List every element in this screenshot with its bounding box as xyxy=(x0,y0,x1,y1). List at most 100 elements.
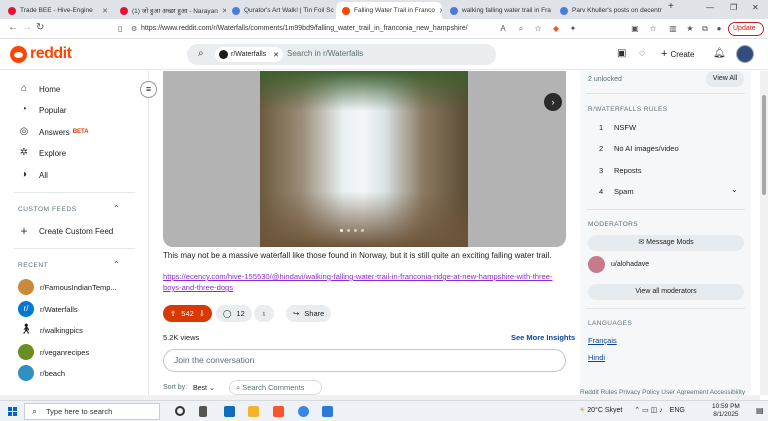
vote-button[interactable]: ⇧ 542 ⇩ xyxy=(163,305,213,322)
comments-button[interactable]: ◯ 12 xyxy=(216,305,252,322)
upvote-icon[interactable]: ⇧ xyxy=(170,309,176,318)
create-button[interactable]: + Create xyxy=(661,48,694,60)
favorites-list-icon[interactable]: ★ xyxy=(685,24,695,34)
language-indicator[interactable]: ENG xyxy=(670,407,685,414)
recent-item[interactable]: r/veganrecipes xyxy=(18,344,89,360)
close-icon[interactable]: ✕ xyxy=(102,7,108,15)
comment-input[interactable]: Join the conversation xyxy=(163,349,566,372)
new-tab-button[interactable]: + xyxy=(668,1,674,12)
rule-item[interactable]: NSFW xyxy=(614,123,636,132)
carousel-next-button[interactable]: › xyxy=(544,93,562,111)
sidebar-item-all[interactable]: ◑ All xyxy=(18,169,48,181)
language-link[interactable]: Français xyxy=(588,336,617,345)
search-comments-input[interactable]: ⌕ Search Comments xyxy=(229,380,322,395)
favorite-icon[interactable]: ☆ xyxy=(533,24,543,34)
post-media-carousel[interactable] xyxy=(163,71,566,247)
reload-icon[interactable]: ↻ xyxy=(36,23,44,33)
recent-heading[interactable]: RECENT xyxy=(18,262,48,269)
recent-item[interactable]: r/ r/Waterfalls xyxy=(18,301,78,317)
chat-icon[interactable]: ◌ xyxy=(639,48,645,59)
avatar[interactable] xyxy=(736,45,754,63)
tray-icons[interactable]: ⌃ ▭ ◫ ♪ xyxy=(634,407,662,414)
custom-feeds-heading[interactable]: CUSTOM FEEDS xyxy=(18,206,77,213)
extension-icon[interactable]: ✦ xyxy=(568,24,578,34)
zoom-icon[interactable]: ⌕ xyxy=(516,24,526,34)
url-field[interactable]: https://www.reddit.com/r/Waterfalls/comm… xyxy=(141,22,541,36)
close-window-icon[interactable]: ✕ xyxy=(752,3,759,12)
rule-item[interactable]: Spam xyxy=(614,187,634,196)
rule-item[interactable]: No AI images/video xyxy=(614,144,679,153)
restore-icon[interactable]: ❐ xyxy=(730,3,737,12)
taskbar-search-input[interactable]: ⌕ Type here to search xyxy=(24,403,160,420)
rule-item[interactable]: Reposts xyxy=(614,166,642,175)
task-view-icon[interactable] xyxy=(199,406,207,417)
forward-icon[interactable]: → xyxy=(22,23,32,33)
chevron-up-icon[interactable]: ⌃ xyxy=(113,204,120,213)
recent-item[interactable]: r/beach xyxy=(18,365,65,381)
downvote-icon[interactable]: ⇩ xyxy=(199,309,205,318)
update-button[interactable]: Update xyxy=(728,22,764,36)
view-all-button[interactable]: View All xyxy=(706,71,744,87)
see-more-insights-link[interactable]: See More Insights xyxy=(511,333,575,342)
collections-icon[interactable]: ⧉ xyxy=(700,24,710,34)
reddit-logo[interactable]: reddit xyxy=(10,45,72,63)
create-custom-feed-button[interactable]: + Create Custom Feed xyxy=(18,225,113,237)
menu-icon[interactable]: ≡ xyxy=(140,81,157,98)
message-mods-button[interactable]: ✉ Message Mods xyxy=(588,235,744,251)
sidebar-item-popular[interactable]: ◔ Popular xyxy=(18,104,67,116)
recent-item[interactable]: 🚶︎ r/walkingpics xyxy=(18,322,83,338)
windows-taskbar: ⌕ Type here to search ☀ 20°C Skyet ⌃ ▭ ◫… xyxy=(0,400,768,421)
sidebar-item-answers[interactable]: ◎ Answers BETA xyxy=(18,126,89,138)
brave-icon[interactable] xyxy=(273,406,284,417)
outlook-icon[interactable] xyxy=(224,406,235,417)
system-tray[interactable]: ☀ 20°C Skyet ⌃ ▭ ◫ ♪ ENG xyxy=(579,406,685,414)
bookmark-icon[interactable]: ▯ xyxy=(118,24,122,34)
sort-dropdown[interactable]: Best ⌄ xyxy=(193,384,215,392)
collections-icon[interactable]: ▣ xyxy=(630,24,640,34)
split-screen-icon[interactable]: ▥ xyxy=(668,24,678,34)
tab-title: (1) जो हुआ अच्छा हुआ - Narayan xyxy=(132,8,218,15)
close-icon[interactable]: ✕ xyxy=(273,51,279,59)
language-link[interactable]: Hindi xyxy=(588,353,605,362)
advertise-icon[interactable]: ▣ xyxy=(617,48,626,59)
browser-tab[interactable]: Qurator's Art Walk! | Tin Foil Sc ✕ xyxy=(226,2,338,19)
recent-item[interactable]: r/FamousIndianTemp... xyxy=(18,279,117,295)
share-button[interactable]: ↪ Share xyxy=(286,305,332,322)
moderator-avatar[interactable] xyxy=(588,256,605,273)
read-aloud-icon[interactable]: A xyxy=(498,24,508,34)
notification-icon[interactable]: ▤ xyxy=(756,406,764,415)
photos-icon[interactable] xyxy=(322,406,333,417)
sort-label: Sort by: xyxy=(163,384,188,391)
edge-icon[interactable] xyxy=(298,406,309,417)
scrollbar-thumb[interactable] xyxy=(762,95,766,195)
moderator-name[interactable]: u/alohadave xyxy=(611,261,649,268)
view-count: 5.2K views xyxy=(163,333,200,342)
sidebar-item-explore[interactable]: ✲ Explore xyxy=(18,147,66,159)
file-explorer-icon[interactable] xyxy=(248,406,259,417)
browser-tab[interactable]: Trade BEE - Hive-Engine ✕ xyxy=(2,2,114,19)
browser-tab[interactable]: (1) जो हुआ अच्छा हुआ - Narayan ✕ xyxy=(114,2,226,19)
sidebar-item-home[interactable]: ⌂ Home xyxy=(18,83,60,95)
taskbar-clock[interactable]: 10:59 PM 8/1/2025 xyxy=(712,403,740,419)
subreddit-search-chip[interactable]: r/Waterfalls ✕ xyxy=(215,47,284,62)
browser-tab-active[interactable]: Falling Water Trail in Franco ✕ xyxy=(336,2,442,19)
mail-icon: ✉ xyxy=(638,239,647,246)
search-input[interactable]: ⌕ r/Waterfalls ✕ Search in r/Waterfalls xyxy=(187,44,496,65)
award-button[interactable]: ♁ xyxy=(254,305,274,322)
site-info-icon[interactable]: ⚙ xyxy=(131,25,137,35)
browser-tab[interactable]: Parv Khuller's posts on decentr ✕ xyxy=(554,2,664,19)
view-all-moderators-button[interactable]: View all moderators xyxy=(588,284,744,300)
browser-tab[interactable]: walking falling water trail in Fra ✕ xyxy=(444,2,552,19)
windows-start-icon[interactable] xyxy=(8,407,17,416)
back-icon[interactable]: ← xyxy=(8,23,18,33)
minimize-icon[interactable]: — xyxy=(706,3,714,12)
chevron-down-icon[interactable]: ⌄ xyxy=(731,185,738,194)
brave-shield-icon[interactable]: ◆ xyxy=(551,24,561,34)
bell-icon[interactable]: 🔔︎ xyxy=(713,48,726,59)
profile-icon[interactable]: ● xyxy=(714,24,724,34)
favorites-bar-icon[interactable]: ☆ xyxy=(648,24,658,34)
close-icon[interactable]: ✕ xyxy=(439,7,442,15)
post-link[interactable]: https://ecency.com/hive-155530/@hindavi/… xyxy=(163,271,566,293)
chevron-up-icon[interactable]: ⌃ xyxy=(113,260,120,269)
cortana-icon[interactable] xyxy=(175,406,185,416)
